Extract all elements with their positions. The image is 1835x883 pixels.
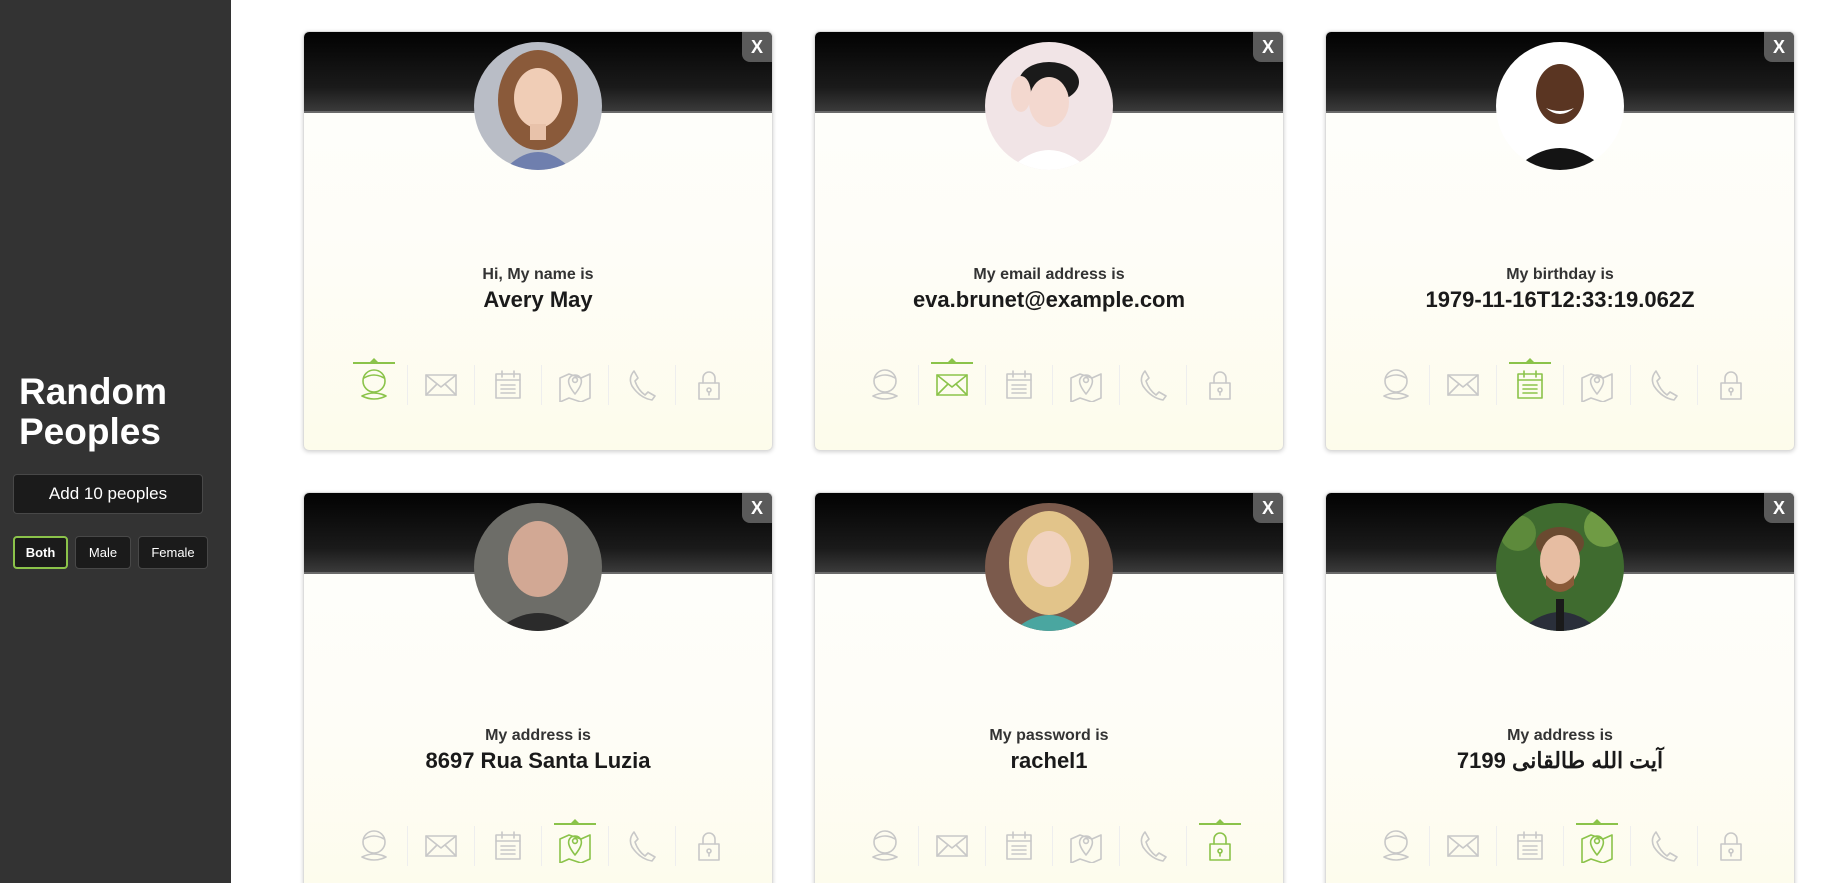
person-card: X Hi, My name is Avery May: [303, 31, 773, 451]
map-pin-icon[interactable]: [542, 819, 608, 869]
lock-icon[interactable]: [676, 823, 742, 869]
envelope-icon[interactable]: [919, 823, 985, 869]
info-icon-row: [1363, 819, 1764, 869]
app-title: Random Peoples: [19, 371, 167, 452]
avatar: [985, 503, 1113, 631]
people-grid: X Hi, My name is Avery May X My email ad…: [231, 0, 1835, 883]
person-card: X My email address is eva.brunet@example…: [814, 31, 1284, 451]
avatar: [1496, 503, 1624, 631]
lock-icon[interactable]: [676, 362, 742, 408]
card-label: My email address is: [973, 266, 1125, 283]
avatar: [474, 503, 602, 631]
close-card-button[interactable]: X: [1764, 493, 1794, 523]
card-value: 1979-11-16T12:33:19.062Z: [1425, 287, 1695, 312]
lock-icon[interactable]: [1187, 362, 1253, 408]
person-icon[interactable]: [341, 823, 407, 869]
calendar-icon[interactable]: [986, 823, 1052, 869]
info-icon-row: [341, 819, 742, 869]
info-icon-row: [852, 819, 1253, 869]
envelope-icon[interactable]: [408, 362, 474, 408]
map-pin-icon[interactable]: [1564, 362, 1630, 408]
person-card: X My password is rachel1: [814, 492, 1284, 883]
card-label: My address is: [1507, 727, 1613, 744]
avatar: [1496, 42, 1624, 170]
card-label: My address is: [485, 727, 591, 744]
card-label: My birthday is: [1506, 266, 1614, 283]
phone-icon[interactable]: [1120, 362, 1186, 408]
person-card: X My birthday is 1979-11-16T12:33:19.062…: [1325, 31, 1795, 451]
card-value: 7199 آیت الله طالقانی: [1456, 748, 1664, 773]
phone-icon[interactable]: [1120, 823, 1186, 869]
info-icon-row: [852, 358, 1253, 408]
envelope-icon[interactable]: [1430, 362, 1496, 408]
map-pin-icon[interactable]: [1564, 819, 1630, 869]
calendar-icon[interactable]: [475, 362, 541, 408]
close-card-button[interactable]: X: [1764, 32, 1794, 62]
card-value: Avery May: [483, 287, 593, 312]
filter-female-button[interactable]: Female: [138, 536, 208, 569]
person-icon[interactable]: [1363, 823, 1429, 869]
lock-icon[interactable]: [1187, 819, 1253, 869]
calendar-icon[interactable]: [986, 362, 1052, 408]
person-icon[interactable]: [852, 823, 918, 869]
avatar: [474, 42, 602, 170]
card-value: 8697 Rua Santa Luzia: [425, 748, 651, 773]
card-value: eva.brunet@example.com: [912, 287, 1186, 312]
lock-icon[interactable]: [1698, 362, 1764, 408]
close-card-button[interactable]: X: [742, 493, 772, 523]
close-card-button[interactable]: X: [1253, 493, 1283, 523]
person-icon[interactable]: [1363, 362, 1429, 408]
envelope-icon[interactable]: [1430, 823, 1496, 869]
person-icon[interactable]: [341, 358, 407, 408]
filter-male-button[interactable]: Male: [75, 536, 131, 569]
map-pin-icon[interactable]: [1053, 823, 1119, 869]
map-pin-icon[interactable]: [542, 362, 608, 408]
sidebar: Random Peoples Add 10 peoples Both Male …: [0, 0, 231, 883]
phone-icon[interactable]: [1631, 362, 1697, 408]
phone-icon[interactable]: [609, 823, 675, 869]
phone-icon[interactable]: [1631, 823, 1697, 869]
avatar: [985, 42, 1113, 170]
card-label: My password is: [989, 727, 1109, 744]
lock-icon[interactable]: [1698, 823, 1764, 869]
card-value: rachel1: [1010, 748, 1088, 773]
add-peoples-button[interactable]: Add 10 peoples: [13, 474, 203, 514]
close-card-button[interactable]: X: [742, 32, 772, 62]
map-pin-icon[interactable]: [1053, 362, 1119, 408]
card-label: Hi, My name is: [482, 266, 594, 283]
envelope-icon[interactable]: [919, 358, 985, 408]
filter-both-button[interactable]: Both: [13, 536, 68, 569]
info-icon-row: [341, 358, 742, 408]
calendar-icon[interactable]: [1497, 823, 1563, 869]
info-icon-row: [1363, 358, 1764, 408]
phone-icon[interactable]: [609, 362, 675, 408]
person-card: X My address is 7199 آیت الله طالقانی: [1325, 492, 1795, 883]
close-card-button[interactable]: X: [1253, 32, 1283, 62]
person-card: X My address is 8697 Rua Santa Luzia: [303, 492, 773, 883]
calendar-icon[interactable]: [475, 823, 541, 869]
calendar-icon[interactable]: [1497, 358, 1563, 408]
person-icon[interactable]: [852, 362, 918, 408]
envelope-icon[interactable]: [408, 823, 474, 869]
